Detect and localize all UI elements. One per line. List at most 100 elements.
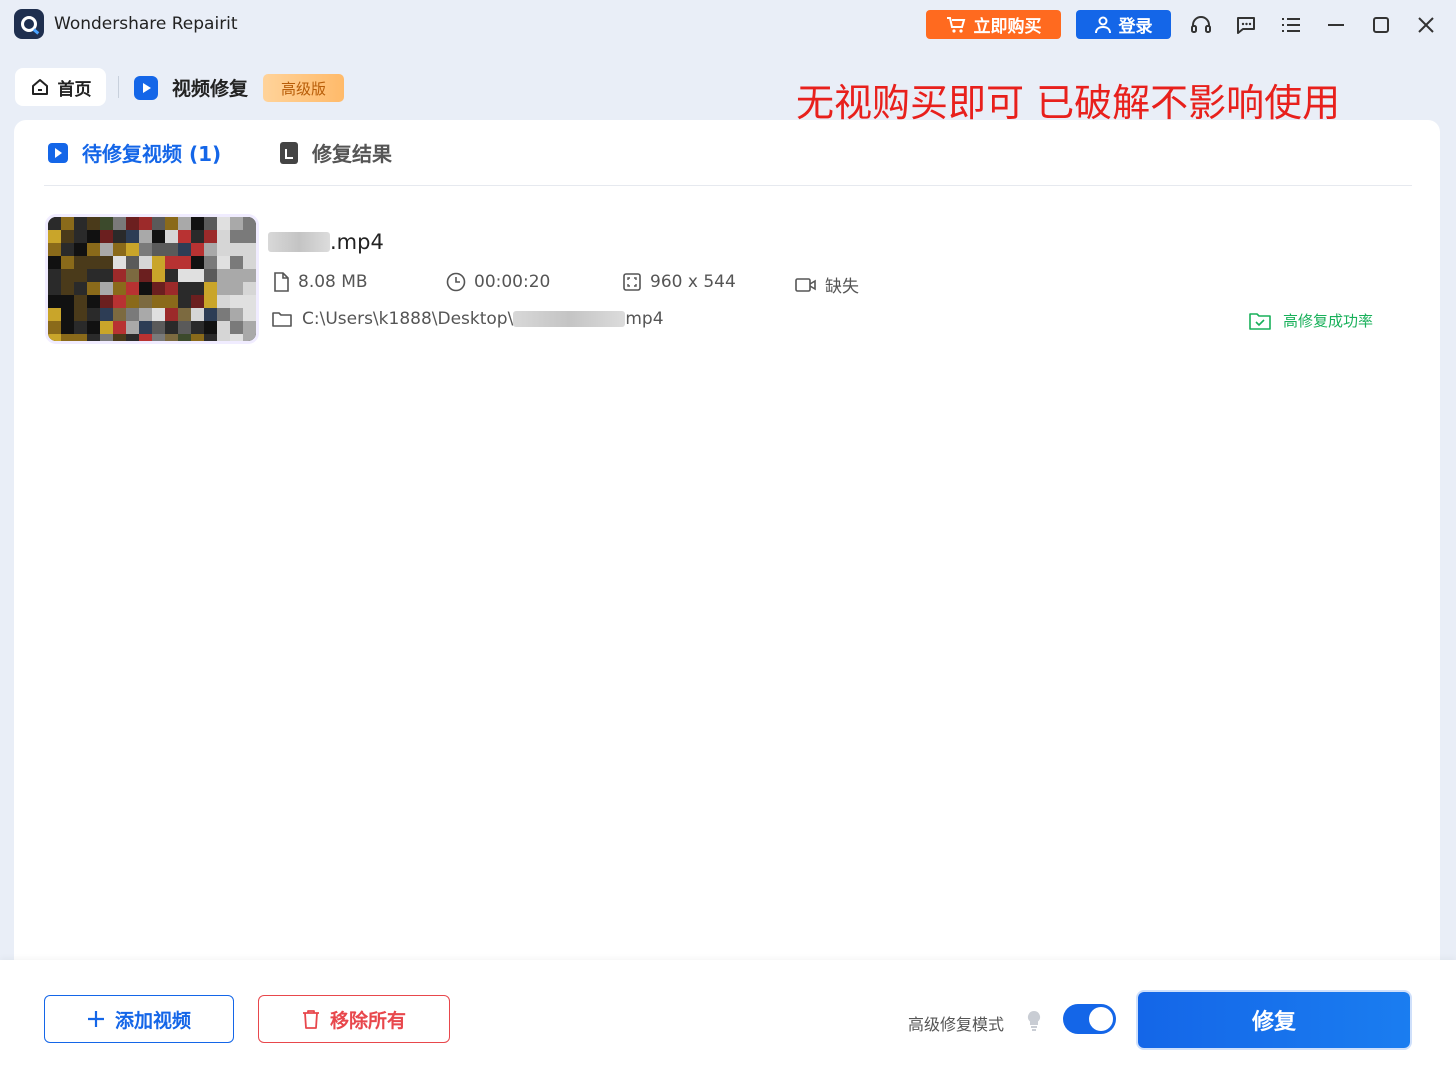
thumbnail-pixel xyxy=(126,230,139,243)
menu-list-icon[interactable] xyxy=(1278,12,1304,38)
thumbnail-pixel xyxy=(178,334,191,341)
thumbnail-pixel xyxy=(139,282,152,295)
file-name: .mp4 xyxy=(268,230,384,254)
thumbnail-pixel xyxy=(191,269,204,282)
thumbnail-pixel xyxy=(191,321,204,334)
thumbnail-pixel xyxy=(74,243,87,256)
thumbnail-pixel xyxy=(243,334,256,341)
repair-button[interactable]: 修复 xyxy=(1138,992,1410,1048)
lightbulb-icon[interactable] xyxy=(1026,1010,1042,1032)
file-icon xyxy=(274,272,289,292)
thumbnail-pixel xyxy=(61,256,74,269)
thumbnail-pixel xyxy=(61,217,74,230)
add-video-button[interactable]: 添加视频 xyxy=(44,995,234,1043)
thumbnail-pixel xyxy=(126,256,139,269)
chat-icon[interactable] xyxy=(1233,12,1259,38)
thumbnail-pixel xyxy=(152,217,165,230)
thumbnail-pixel xyxy=(230,217,243,230)
thumbnail-pixel xyxy=(87,256,100,269)
tab-result-label: 修复结果 xyxy=(312,142,392,166)
advanced-mode-toggle[interactable] xyxy=(1063,1004,1116,1034)
thumbnail-pixel xyxy=(217,269,230,282)
headset-icon[interactable] xyxy=(1188,12,1214,38)
thumbnail-pixel xyxy=(113,269,126,282)
thumbnail-pixel xyxy=(230,295,243,308)
thumbnail-pixel xyxy=(152,334,165,341)
close-icon[interactable] xyxy=(1413,12,1439,38)
thumbnail-pixel xyxy=(165,269,178,282)
thumbnail-pixel xyxy=(178,321,191,334)
thumbnail-pixel xyxy=(178,243,191,256)
thumbnail-pixel xyxy=(48,308,61,321)
thumbnail-pixel xyxy=(100,334,113,341)
thumbnail-pixel xyxy=(100,295,113,308)
thumbnail-pixel xyxy=(152,295,165,308)
thumbnail-pixel xyxy=(230,256,243,269)
thumbnail-pixel xyxy=(139,334,152,341)
thumbnail-pixel xyxy=(139,321,152,334)
resolution-icon xyxy=(623,273,641,291)
maximize-icon[interactable] xyxy=(1368,12,1394,38)
thumbnail-pixel xyxy=(165,334,178,341)
file-size-value: 8.08 MB xyxy=(298,272,368,292)
video-thumbnail[interactable] xyxy=(48,217,256,341)
thumbnail-pixel xyxy=(139,230,152,243)
thumbnail-pixel xyxy=(100,269,113,282)
thumbnail-pixel xyxy=(243,243,256,256)
thumbnail-pixel xyxy=(165,321,178,334)
thumbnail-pixel xyxy=(100,282,113,295)
video-tab-icon xyxy=(48,142,68,163)
thumbnail-pixel xyxy=(165,295,178,308)
tab-pending-label: 待修复视频 (1) xyxy=(82,142,222,166)
thumbnail-pixel xyxy=(152,308,165,321)
thumbnail-pixel xyxy=(126,217,139,230)
thumbnail-pixel xyxy=(61,295,74,308)
duration-value: 00:00:20 xyxy=(474,272,551,292)
thumbnail-pixel xyxy=(204,282,217,295)
thumbnail-pixel xyxy=(87,295,100,308)
thumbnail-pixel xyxy=(204,243,217,256)
thumbnail-pixel xyxy=(113,334,126,341)
thumbnail-pixel xyxy=(178,308,191,321)
thumbnail-pixel xyxy=(152,256,165,269)
login-label: 登录 xyxy=(1118,17,1153,37)
thumbnail-pixel xyxy=(178,217,191,230)
user-icon xyxy=(1094,16,1111,33)
thumbnail-pixel xyxy=(61,321,74,334)
bottom-bar: 添加视频 移除所有 高级修复模式 修复 xyxy=(0,960,1456,1077)
repair-success-status: 高修复成功率 xyxy=(1249,310,1373,331)
thumbnail-pixel xyxy=(126,321,139,334)
thumbnail-pixel xyxy=(165,230,178,243)
thumbnail-pixel xyxy=(139,243,152,256)
tab-repair-results[interactable]: 修复结果 xyxy=(280,138,392,167)
thumbnail-pixel xyxy=(61,282,74,295)
home-label: 首页 xyxy=(57,79,92,100)
thumbnail-pixel xyxy=(243,321,256,334)
thumbnail-pixel xyxy=(217,230,230,243)
minimize-icon[interactable] xyxy=(1323,12,1349,38)
thumbnail-pixel xyxy=(87,243,100,256)
path-prefix: C:\Users\k1888\Desktop\ xyxy=(302,309,514,329)
cart-icon xyxy=(946,16,965,33)
thumbnail-pixel xyxy=(178,269,191,282)
home-button[interactable]: 首页 xyxy=(15,68,106,106)
thumbnail-pixel xyxy=(48,243,61,256)
thumbnail-pixel xyxy=(152,282,165,295)
thumbnail-pixel xyxy=(87,269,100,282)
thumbnail-pixel xyxy=(243,230,256,243)
thumbnail-pixel xyxy=(126,308,139,321)
tab-pending-videos[interactable]: 待修复视频 (1) xyxy=(48,138,221,167)
thumbnail-pixel xyxy=(74,334,87,341)
login-button[interactable]: 登录 xyxy=(1076,10,1171,39)
thumbnail-pixel xyxy=(87,230,100,243)
thumbnail-pixel xyxy=(61,243,74,256)
thumbnail-pixel xyxy=(191,308,204,321)
thumbnail-pixel xyxy=(243,282,256,295)
buy-now-button[interactable]: 立即购买 xyxy=(926,10,1061,39)
thumbnail-pixel xyxy=(139,269,152,282)
thumbnail-pixel xyxy=(113,295,126,308)
thumbnail-pixel xyxy=(178,282,191,295)
remove-all-button[interactable]: 移除所有 xyxy=(258,995,450,1043)
thumbnail-pixel xyxy=(48,230,61,243)
thumbnail-pixel xyxy=(113,256,126,269)
